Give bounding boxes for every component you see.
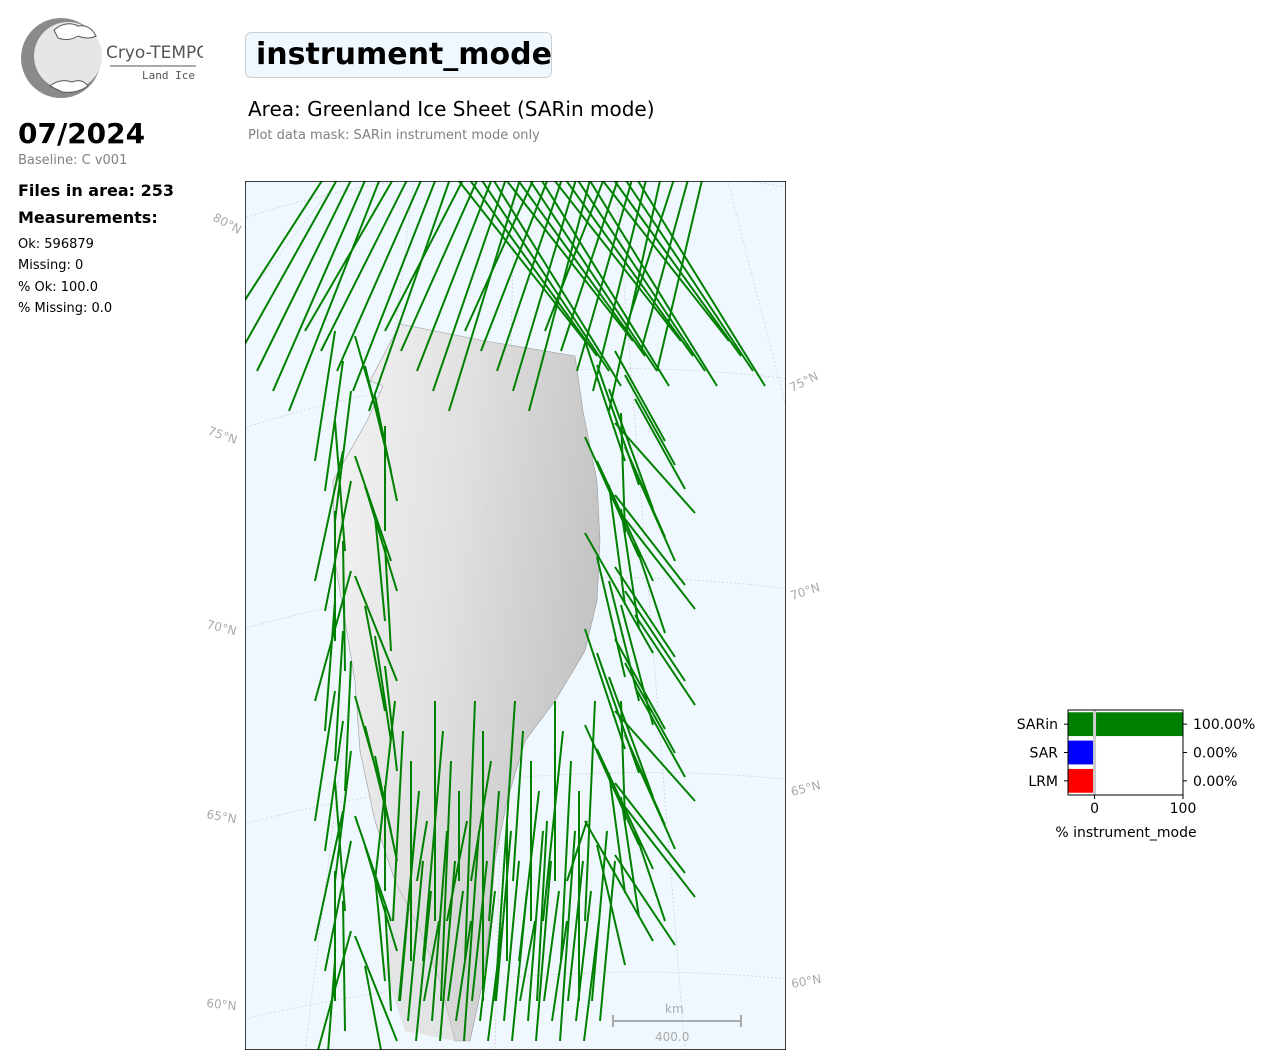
cryo-tempo-logo: Cryo-TEMPO Land Ice xyxy=(21,18,203,98)
logo-name: Cryo-TEMPO xyxy=(106,43,203,63)
bar-xtick-label: 0 xyxy=(1090,801,1099,817)
scale-value: 400.0 xyxy=(655,1030,689,1044)
bar-sarin xyxy=(1068,712,1183,737)
lat-label-left-75: 75°N xyxy=(206,424,239,448)
lat-label-right-60: 60°N xyxy=(790,972,822,991)
bar-value-label: 0.00% xyxy=(1193,774,1237,790)
instrument-mode-bar-chart: SARin 100.00% SAR 0.00% LRM 0.00% 0 100 % instr… xyxy=(1017,709,1255,841)
date-label: 07/2024 xyxy=(18,117,146,150)
files-count: Files in area: 253 xyxy=(18,181,174,200)
stat-percent-ok: % Ok: 100.0 xyxy=(18,280,98,295)
lat-label-right-75: 75°N xyxy=(787,369,820,395)
lat-label-right-65: 65°N xyxy=(789,778,822,799)
bar-sar xyxy=(1068,740,1095,765)
stat-ok: Ok: 596879 xyxy=(18,237,94,252)
mask-note: Plot data mask: SARin instrument mode on… xyxy=(248,128,540,143)
bar-category-label: SAR xyxy=(1030,746,1059,762)
greenland-map: km 400.0 xyxy=(245,181,786,1050)
bar-category-label: SARin xyxy=(1017,717,1058,733)
bar-value-label: 0.00% xyxy=(1193,746,1237,762)
logo-subtitle: Land Ice xyxy=(142,69,195,82)
lat-label-left-65: 65°N xyxy=(205,807,237,826)
bar-lrm xyxy=(1068,768,1095,793)
stat-percent-missing: % Missing: 0.0 xyxy=(18,301,113,316)
area-title: Area: Greenland Ice Sheet (SARin mode) xyxy=(248,97,655,121)
scale-unit: km xyxy=(665,1002,684,1016)
lat-label-right-70: 70°N xyxy=(789,580,822,603)
bar-value-label: 100.00% xyxy=(1193,717,1255,733)
bar-chart-xlabel: % instrument_mode xyxy=(1055,825,1196,841)
bar-category-label: LRM xyxy=(1028,774,1058,790)
baseline-label: Baseline: C v001 xyxy=(18,153,128,168)
measurements-title: Measurements: xyxy=(18,208,158,227)
stat-missing: Missing: 0 xyxy=(18,258,84,273)
lat-label-left-60: 60°N xyxy=(206,996,238,1013)
lat-label-left-80: 80°N xyxy=(211,210,244,237)
bar-xtick-label: 100 xyxy=(1170,801,1197,817)
parameter-title: instrument_mode xyxy=(245,32,552,78)
lat-label-left-70: 70°N xyxy=(205,617,238,638)
